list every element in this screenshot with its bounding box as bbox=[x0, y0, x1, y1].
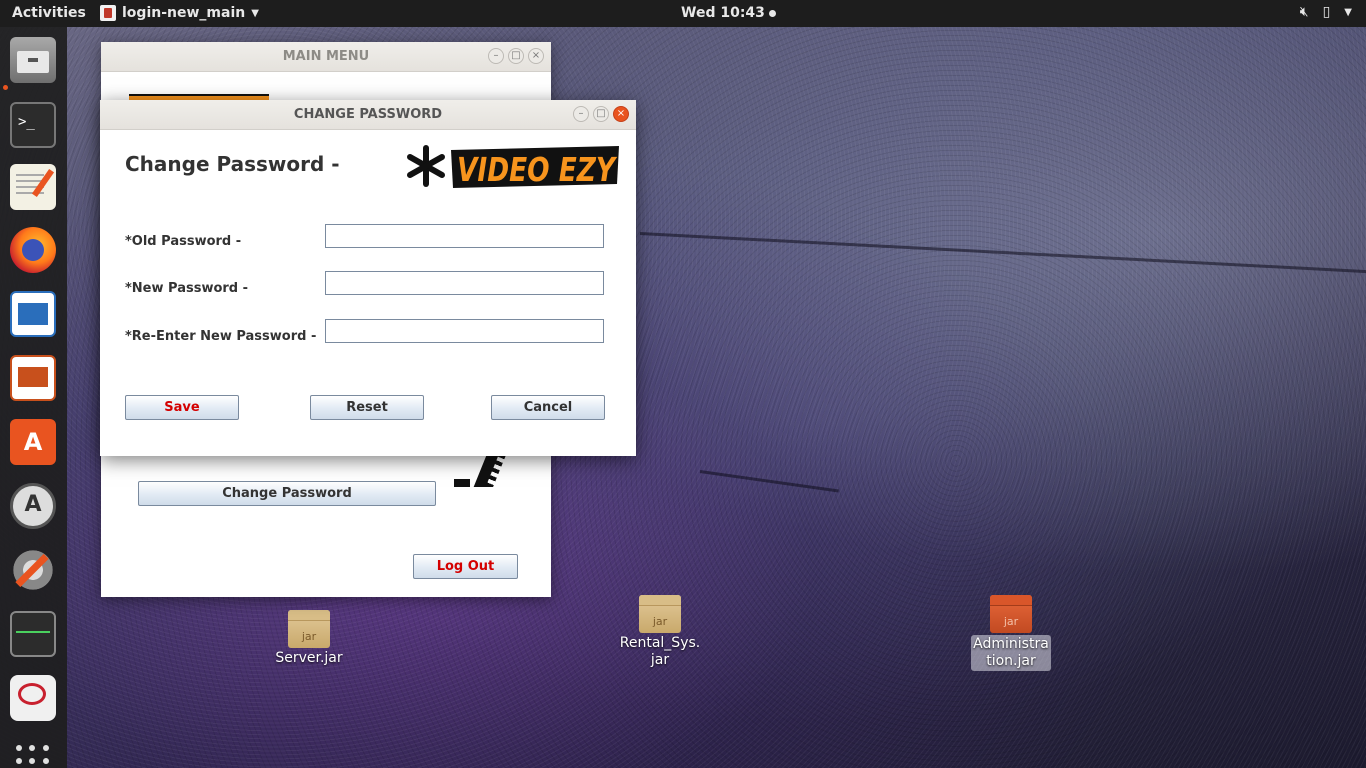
minimize-icon[interactable]: – bbox=[573, 106, 589, 122]
dialog-titlebar[interactable]: CHANGE PASSWORD – □ × bbox=[100, 100, 636, 130]
maximize-icon[interactable]: □ bbox=[508, 48, 524, 64]
software-center-icon[interactable]: A bbox=[10, 419, 56, 465]
jar-badge: jar bbox=[301, 630, 317, 643]
desktop-icon-label: Server.jar bbox=[275, 650, 343, 666]
software-updater-icon[interactable]: A bbox=[10, 483, 56, 529]
window-title: CHANGE PASSWORD bbox=[293, 107, 443, 122]
reenter-password-field[interactable] bbox=[325, 319, 604, 343]
close-icon[interactable]: × bbox=[528, 48, 544, 64]
jar-file-icon: jar bbox=[990, 595, 1032, 633]
battery-icon: ▯ bbox=[1322, 4, 1331, 20]
change-password-button[interactable]: Change Password bbox=[138, 481, 436, 506]
main-menu-titlebar[interactable]: MAIN MENU – □ × bbox=[101, 42, 551, 72]
maximize-icon[interactable]: □ bbox=[593, 106, 609, 122]
logo-text: VIDEO EZY bbox=[457, 150, 617, 189]
reset-button[interactable]: Reset bbox=[310, 395, 424, 420]
show-applications-icon[interactable] bbox=[16, 745, 50, 768]
chevron-down-icon: ▼ bbox=[251, 7, 259, 19]
system-monitor-icon[interactable] bbox=[10, 611, 56, 657]
jar-file-icon: jar bbox=[288, 610, 330, 648]
jar-badge: jar bbox=[1003, 615, 1019, 628]
reenter-password-label: *Re-Enter New Password - bbox=[125, 329, 317, 344]
text-editor-icon[interactable] bbox=[10, 164, 56, 210]
top-bar: Activities login-new_main ▼ Wed 10:43 🔇︎… bbox=[0, 0, 1366, 27]
running-indicator bbox=[3, 85, 8, 90]
clock-label: Wed 10:43 bbox=[681, 5, 765, 21]
desktop-icon-rental-sys-jar[interactable]: jar Rental_Sys. jar bbox=[615, 595, 705, 669]
change-password-dialog: CHANGE PASSWORD – □ × Change Password - … bbox=[100, 100, 636, 456]
video-ezy-logo: VIDEO EZY bbox=[407, 145, 619, 189]
desktop-icon-label: Rental_Sys. jar bbox=[619, 635, 701, 668]
impress-icon[interactable] bbox=[10, 355, 56, 401]
settings-icon[interactable] bbox=[10, 547, 56, 593]
dock: >_ A A bbox=[0, 27, 67, 768]
dialog-heading: Change Password - bbox=[125, 152, 340, 176]
new-password-label: *New Password - bbox=[125, 281, 249, 296]
new-password-field[interactable] bbox=[325, 271, 604, 295]
volume-muted-icon: 🔇︎ bbox=[1299, 4, 1309, 20]
film-strip-image bbox=[454, 455, 514, 487]
chevron-down-icon: ▼ bbox=[1344, 6, 1352, 18]
minimize-icon[interactable]: – bbox=[488, 48, 504, 64]
java-app-icon bbox=[100, 5, 116, 21]
save-button[interactable]: Save bbox=[125, 395, 239, 420]
app-menu-label: login-new_main bbox=[122, 5, 246, 21]
close-icon[interactable]: × bbox=[613, 106, 629, 122]
old-password-field[interactable] bbox=[325, 224, 604, 248]
clock[interactable]: Wed 10:43 bbox=[681, 5, 776, 21]
desktop-icon-administration-jar[interactable]: jar Administra tion.jar bbox=[966, 595, 1056, 671]
window-title: MAIN MENU bbox=[282, 49, 370, 64]
system-tray[interactable]: 🔇︎ ▯ ▼ bbox=[1300, 4, 1352, 20]
jar-badge: jar bbox=[652, 615, 668, 628]
app-menu[interactable]: login-new_main ▼ bbox=[100, 5, 259, 21]
activities-button[interactable]: Activities bbox=[12, 5, 86, 21]
old-password-label: *Old Password - bbox=[125, 234, 242, 249]
asterisk-icon bbox=[407, 145, 445, 187]
terminal-icon[interactable]: >_ bbox=[10, 102, 56, 148]
firefox-icon[interactable] bbox=[10, 227, 56, 273]
writer-icon[interactable] bbox=[10, 291, 56, 337]
logout-button[interactable]: Log Out bbox=[413, 554, 518, 579]
cancel-button[interactable]: Cancel bbox=[491, 395, 605, 420]
jar-file-icon: jar bbox=[639, 595, 681, 633]
files-icon[interactable] bbox=[10, 37, 56, 83]
desktop-icon-server-jar[interactable]: jar Server.jar bbox=[264, 610, 354, 667]
remote-desktop-icon[interactable] bbox=[10, 675, 56, 721]
notification-dot-icon bbox=[768, 9, 776, 17]
desktop-icon-label: Administra tion.jar bbox=[971, 635, 1051, 671]
